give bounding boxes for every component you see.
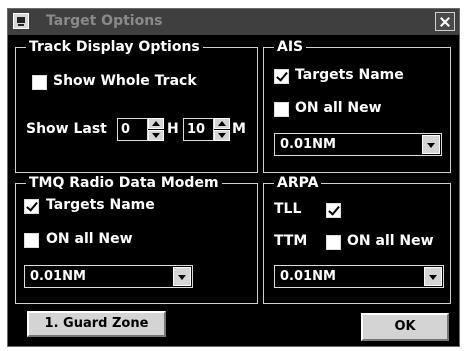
track-display-legend: Track Display Options bbox=[26, 39, 203, 55]
spin-up-icon[interactable] bbox=[214, 118, 230, 129]
arpa-legend: ARPA bbox=[274, 175, 322, 191]
ais-targets-name-checkbox[interactable] bbox=[274, 69, 289, 84]
arpa-on-all-new-label: ON all New bbox=[347, 233, 434, 249]
tmq-targets-name-checkbox[interactable] bbox=[24, 199, 39, 214]
chevron-down-icon[interactable] bbox=[422, 135, 440, 154]
tmq-range-value: 0.01NM bbox=[30, 269, 86, 284]
tmq-on-all-new-label: ON all New bbox=[46, 231, 133, 247]
arpa-range-value: 0.01NM bbox=[280, 269, 336, 284]
ais-range-value: 0.01NM bbox=[280, 137, 336, 152]
ais-on-all-new-label: ON all New bbox=[295, 100, 382, 116]
ais-range-select[interactable]: 0.01NM bbox=[274, 133, 442, 156]
show-whole-track-checkbox[interactable] bbox=[32, 75, 47, 90]
tmq-legend: TMQ Radio Data Modem bbox=[26, 175, 222, 191]
guard-zone-button[interactable]: 1. Guard Zone bbox=[27, 311, 166, 337]
ais-legend: AIS bbox=[274, 39, 307, 55]
tll-checkbox[interactable] bbox=[326, 203, 341, 218]
arpa-group: ARPA TLL TTM ON all New 0.01NM bbox=[263, 175, 451, 304]
chevron-down-icon[interactable] bbox=[424, 267, 442, 286]
minutes-value[interactable]: 10 bbox=[183, 118, 214, 141]
minutes-unit: M bbox=[232, 121, 246, 137]
arpa-on-all-new-checkbox[interactable] bbox=[326, 235, 341, 250]
spin-up-icon[interactable] bbox=[148, 118, 164, 129]
ais-on-all-new-checkbox[interactable] bbox=[274, 102, 289, 117]
hours-spinner[interactable]: 0 bbox=[117, 118, 166, 141]
tmq-targets-name-label: Targets Name bbox=[46, 197, 155, 213]
ok-button[interactable]: OK bbox=[361, 313, 449, 341]
tmq-on-all-new-checkbox[interactable] bbox=[24, 233, 39, 248]
app-icon bbox=[13, 13, 29, 29]
spin-down-icon[interactable] bbox=[148, 130, 164, 141]
chevron-down-icon[interactable] bbox=[173, 267, 191, 286]
tmq-group: TMQ Radio Data Modem Targets Name ON all… bbox=[15, 175, 258, 304]
arpa-range-select[interactable]: 0.01NM bbox=[274, 265, 444, 288]
close-icon[interactable] bbox=[435, 12, 455, 31]
track-display-group: Track Display Options Show Whole Track S… bbox=[15, 39, 258, 173]
minutes-spinner[interactable]: 10 bbox=[183, 118, 232, 141]
spin-down-icon[interactable] bbox=[214, 130, 230, 141]
ais-group: AIS Targets Name ON all New 0.01NM bbox=[263, 39, 451, 173]
show-last-label: Show Last bbox=[26, 121, 107, 137]
hours-unit: H bbox=[167, 121, 179, 137]
target-options-dialog: Target Options Track Display Options Sho… bbox=[7, 8, 460, 347]
hours-value[interactable]: 0 bbox=[117, 118, 148, 141]
show-whole-track-label: Show Whole Track bbox=[53, 73, 197, 89]
window-title: Target Options bbox=[46, 13, 163, 29]
ttm-label: TTM bbox=[274, 233, 308, 249]
tll-label: TLL bbox=[274, 201, 302, 217]
title-bar[interactable]: Target Options bbox=[8, 9, 459, 35]
ais-targets-name-label: Targets Name bbox=[295, 67, 404, 83]
tmq-range-select[interactable]: 0.01NM bbox=[24, 265, 193, 288]
